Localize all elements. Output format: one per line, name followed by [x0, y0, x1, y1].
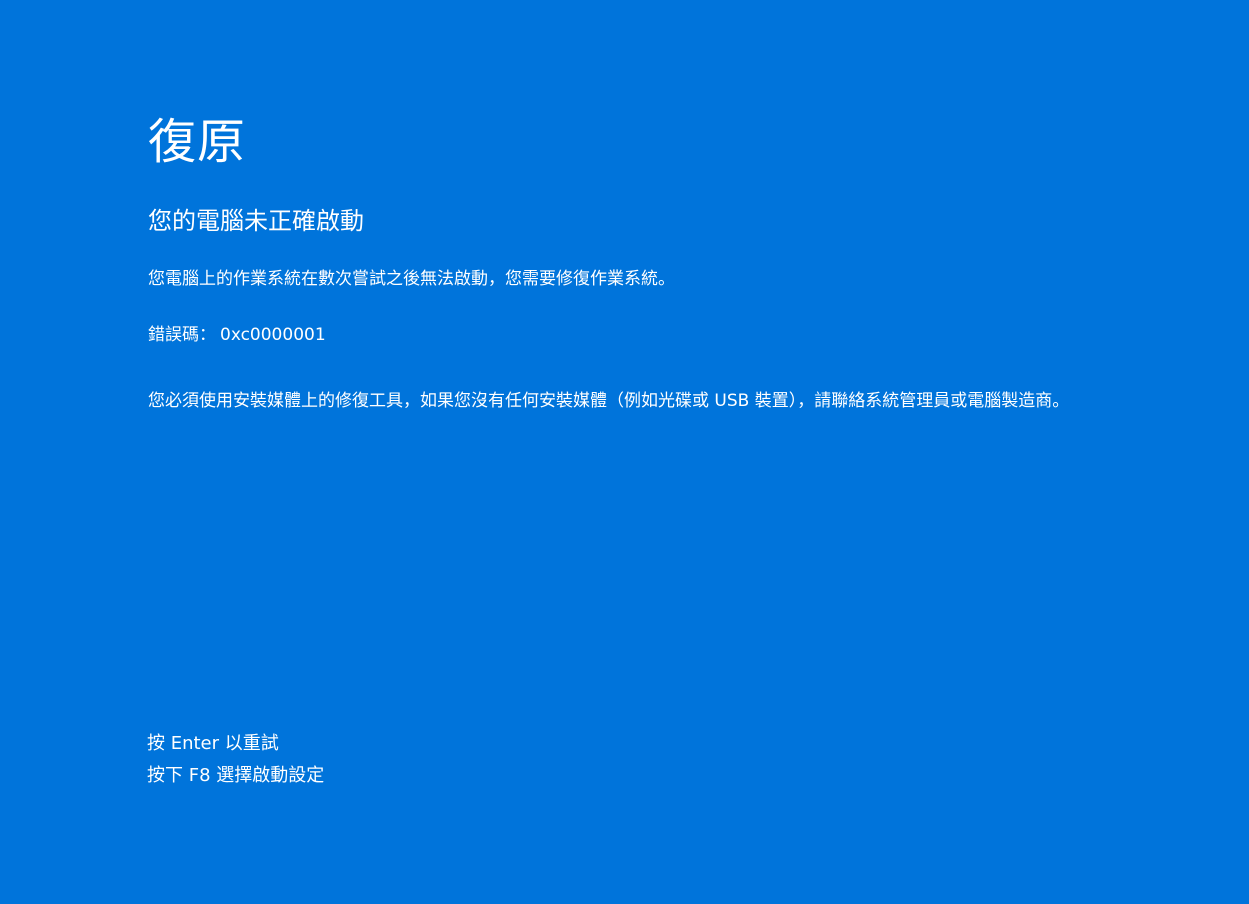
key-hints: 按 Enter 以重試 按下 F8 選擇啟動設定 — [147, 728, 324, 792]
recovery-screen: 復原 您的電腦未正確啟動 您電腦上的作業系統在數次嘗試之後無法啟動，您需要修復作… — [0, 0, 1249, 904]
page-title: 復原 — [148, 114, 247, 170]
f8-startup-settings-hint: 按下 F8 選擇啟動設定 — [147, 765, 325, 786]
page-subtitle: 您的電腦未正確啟動 — [148, 207, 364, 235]
error-code-value: 0xc0000001 — [220, 325, 326, 345]
error-description: 您電腦上的作業系統在數次嘗試之後無法啟動，您需要修復作業系統。 — [148, 269, 675, 289]
repair-advice: 您必須使用安裝媒體上的修復工具，如果您沒有任何安裝媒體（例如光碟或 USB 裝置… — [148, 391, 1070, 411]
enter-retry-hint: 按 Enter 以重試 — [147, 733, 279, 754]
error-code-label: 錯誤碼： — [148, 325, 216, 345]
error-code-line: 錯誤碼： 0xc0000001 — [148, 323, 326, 347]
